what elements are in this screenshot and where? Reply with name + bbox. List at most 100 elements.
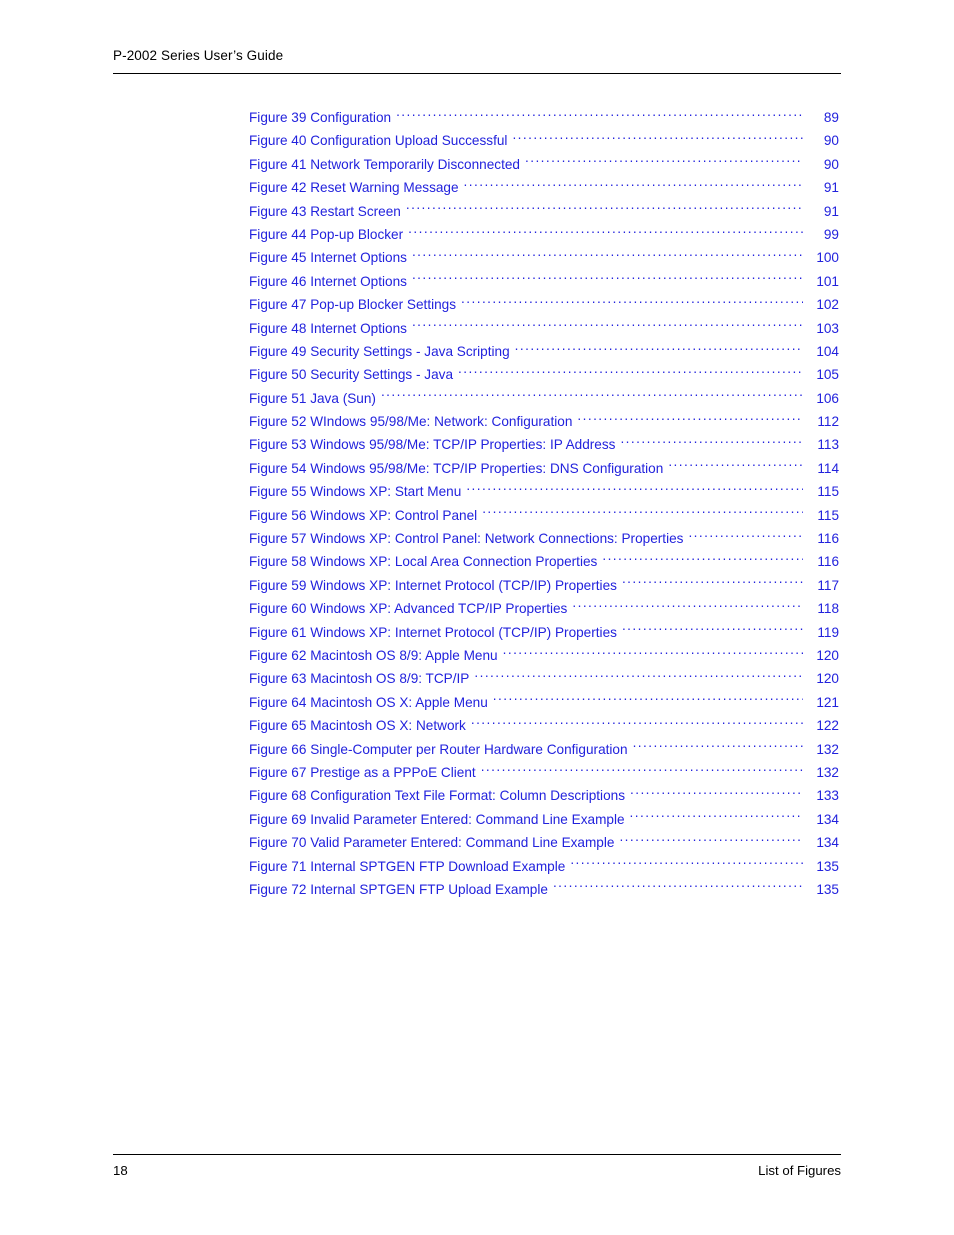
figure-entry[interactable]: Figure 69 Invalid Parameter Entered: Com…	[249, 808, 839, 831]
figure-entry-page-number: 105	[816, 367, 839, 383]
running-header: P-2002 Series User’s Guide	[113, 47, 841, 65]
figure-entry[interactable]: Figure 53 Windows 95/98/Me: TCP/IP Prope…	[249, 433, 839, 456]
dot-leader	[620, 434, 803, 449]
figure-entry-label: Figure 55 Windows XP: Start Menu	[249, 484, 462, 500]
figure-entry[interactable]: Figure 64 Macintosh OS X: Apple Menu 121	[249, 691, 839, 714]
dot-leader	[503, 645, 803, 660]
figure-entry-label: Figure 40 Configuration Upload Successfu…	[249, 133, 508, 149]
figure-entry-label: Figure 45 Internet Options	[249, 250, 407, 266]
figure-entry[interactable]: Figure 40 Configuration Upload Successfu…	[249, 129, 839, 152]
dot-leader	[622, 575, 803, 590]
figure-entry-label: Figure 44 Pop-up Blocker	[249, 226, 404, 242]
figure-entry[interactable]: Figure 41 Network Temporarily Disconnect…	[249, 153, 839, 176]
header-title: P-2002 Series User’s Guide	[113, 48, 284, 63]
figure-entry-label: Figure 70 Valid Parameter Entered: Comma…	[249, 835, 615, 851]
figure-entry-page-number: 112	[817, 414, 839, 430]
figure-entry[interactable]: Figure 39 Configuration 89	[249, 106, 839, 129]
figure-entry-label: Figure 48 Internet Options	[249, 320, 407, 336]
dot-leader	[458, 364, 803, 379]
figure-entry-page-number: 122	[816, 718, 839, 734]
figure-entry-page-number: 99	[823, 226, 839, 242]
figure-entry-label: Figure 71 Internal SPTGEN FTP Download E…	[249, 858, 566, 874]
figure-entry-page-number: 116	[817, 531, 839, 547]
figure-entry-page-number: 134	[816, 835, 839, 851]
figure-entry-label: Figure 59 Windows XP: Internet Protocol …	[249, 577, 617, 593]
figure-entry-page-number: 115	[817, 484, 839, 500]
figure-entry-page-number: 117	[817, 577, 839, 593]
figure-entry-label: Figure 52 WIndows 95/98/Me: Network: Con…	[249, 414, 573, 430]
footer-page-number: 18	[113, 1163, 128, 1178]
figure-entry[interactable]: Figure 45 Internet Options 100	[249, 246, 839, 269]
figure-entry-label: Figure 69 Invalid Parameter Entered: Com…	[249, 811, 625, 827]
figure-entry[interactable]: Figure 68 Configuration Text File Format…	[249, 784, 839, 807]
figure-entry-label: Figure 43 Restart Screen	[249, 203, 401, 219]
figure-entry-page-number: 100	[816, 250, 839, 266]
figure-entry-label: Figure 41 Network Temporarily Disconnect…	[249, 156, 520, 172]
figure-entry[interactable]: Figure 62 Macintosh OS 8/9: Apple Menu 12…	[249, 644, 839, 667]
figure-entry[interactable]: Figure 51 Java (Sun) 106	[249, 387, 839, 410]
figure-entry-label: Figure 56 Windows XP: Control Panel	[249, 507, 478, 523]
figure-entry[interactable]: Figure 44 Pop-up Blocker 99	[249, 223, 839, 246]
dot-leader	[688, 528, 803, 543]
figure-entry-page-number: 102	[816, 297, 839, 313]
dot-leader	[406, 201, 803, 216]
figure-entry-page-number: 104	[816, 343, 839, 359]
figure-entry-page-number: 90	[823, 133, 839, 149]
figure-entry-page-number: 114	[817, 460, 839, 476]
figure-entry[interactable]: Figure 52 WIndows 95/98/Me: Network: Con…	[249, 410, 839, 433]
dot-leader	[464, 177, 803, 192]
dot-leader	[412, 247, 803, 262]
figure-entry[interactable]: Figure 56 Windows XP: Control Panel 115	[249, 504, 839, 527]
figure-entry-label: Figure 47 Pop-up Blocker Settings	[249, 297, 457, 313]
figure-entry[interactable]: Figure 65 Macintosh OS X: Network 122	[249, 714, 839, 737]
figure-entry[interactable]: Figure 47 Pop-up Blocker Settings 102	[249, 293, 839, 316]
dot-leader	[515, 341, 803, 356]
dot-leader	[572, 598, 803, 613]
figure-entry-label: Figure 66 Single-Computer per Router Har…	[249, 741, 628, 757]
figure-entry-label: Figure 58 Windows XP: Local Area Connect…	[249, 554, 598, 570]
figure-entry[interactable]: Figure 60 Windows XP: Advanced TCP/IP Pr…	[249, 597, 839, 620]
figure-entry-page-number: 116	[817, 554, 839, 570]
figure-entry[interactable]: Figure 61 Windows XP: Internet Protocol …	[249, 621, 839, 644]
figure-entry-label: Figure 46 Internet Options	[249, 273, 407, 289]
figure-entry[interactable]: Figure 57 Windows XP: Control Panel: Net…	[249, 527, 839, 550]
footer-section-label: List of Figures	[758, 1163, 841, 1178]
figure-entry[interactable]: Figure 55 Windows XP: Start Menu 115	[249, 480, 839, 503]
figure-entry-page-number: 91	[823, 180, 839, 196]
figure-entry-page-number: 134	[816, 811, 839, 827]
document-page: P-2002 Series User’s Guide Figure 39 Con…	[0, 0, 954, 1235]
figure-entry-label: Figure 65 Macintosh OS X: Network	[249, 718, 466, 734]
dot-leader	[461, 294, 803, 309]
figure-entry[interactable]: Figure 67 Prestige as a PPPoE Client 132	[249, 761, 839, 784]
dot-leader	[630, 785, 803, 800]
figure-entry-label: Figure 67 Prestige as a PPPoE Client	[249, 764, 476, 780]
figure-entry[interactable]: Figure 43 Restart Screen 91	[249, 200, 839, 223]
figure-entry-page-number: 121	[816, 694, 839, 710]
dot-leader	[525, 154, 803, 169]
figure-entry-page-number: 119	[817, 624, 839, 640]
figure-entry[interactable]: Figure 50 Security Settings - Java 105	[249, 363, 839, 386]
figure-entry[interactable]: Figure 58 Windows XP: Local Area Connect…	[249, 550, 839, 573]
dot-leader	[481, 762, 803, 777]
figure-entry[interactable]: Figure 59 Windows XP: Internet Protocol …	[249, 574, 839, 597]
figure-entry-page-number: 132	[816, 741, 839, 757]
figure-entry-page-number: 118	[817, 601, 839, 617]
figure-entry[interactable]: Figure 71 Internal SPTGEN FTP Download E…	[249, 855, 839, 878]
figure-entry[interactable]: Figure 54 Windows 95/98/Me: TCP/IP Prope…	[249, 457, 839, 480]
figure-entry-page-number: 101	[816, 273, 839, 289]
figure-entry[interactable]: Figure 66 Single-Computer per Router Har…	[249, 738, 839, 761]
figure-entry[interactable]: Figure 46 Internet Options 101	[249, 270, 839, 293]
figure-entry[interactable]: Figure 63 Macintosh OS 8/9: TCP/IP 120	[249, 667, 839, 690]
figure-entry[interactable]: Figure 72 Internal SPTGEN FTP Upload Exa…	[249, 878, 839, 901]
figure-entry[interactable]: Figure 49 Security Settings - Java Scrip…	[249, 340, 839, 363]
figure-entry[interactable]: Figure 48 Internet Options 103	[249, 317, 839, 340]
running-footer: 18 List of Figures	[113, 1162, 841, 1180]
figure-entry-label: Figure 68 Configuration Text File Format…	[249, 788, 625, 804]
figure-entry-label: Figure 61 Windows XP: Internet Protocol …	[249, 624, 617, 640]
figure-entry[interactable]: Figure 70 Valid Parameter Entered: Comma…	[249, 831, 839, 854]
figure-entry[interactable]: Figure 42 Reset Warning Message 91	[249, 176, 839, 199]
figure-entry-page-number: 106	[816, 390, 839, 406]
header-divider	[113, 73, 841, 74]
figure-entry-label: Figure 72 Internal SPTGEN FTP Upload Exa…	[249, 881, 548, 897]
figure-entry-label: Figure 54 Windows 95/98/Me: TCP/IP Prope…	[249, 460, 664, 476]
